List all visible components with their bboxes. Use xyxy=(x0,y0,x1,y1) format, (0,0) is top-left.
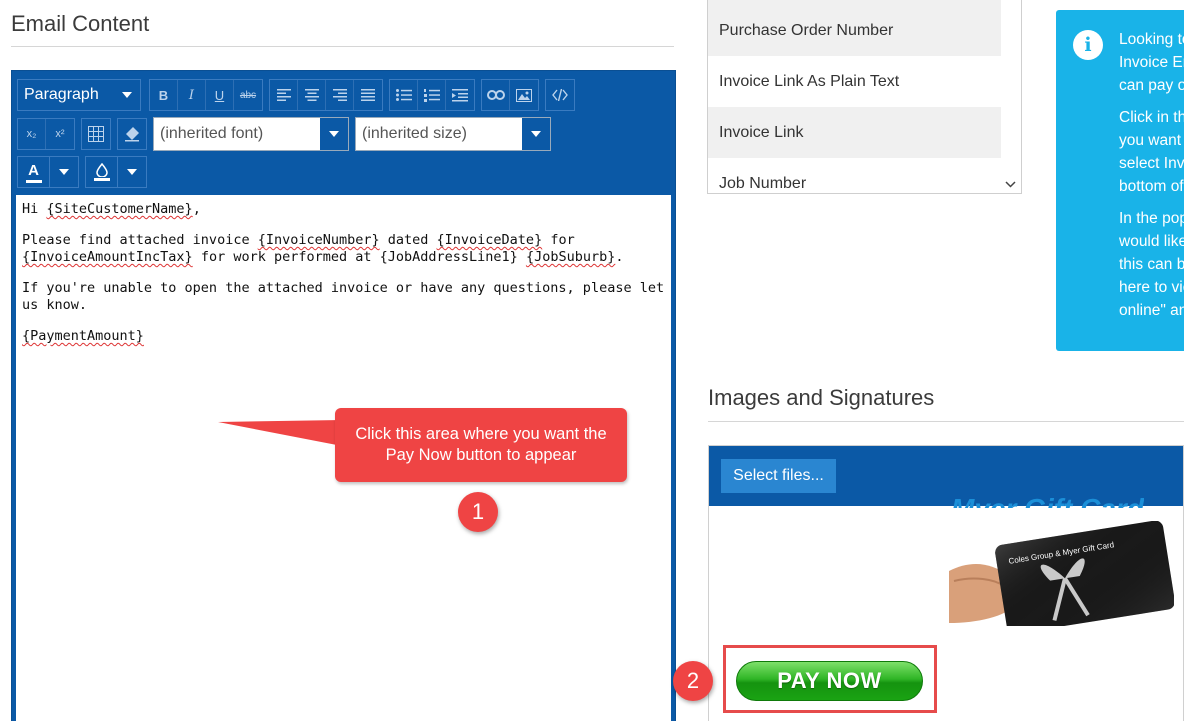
placeholder-list[interactable]: Purchase Order Number Invoice Link As Pl… xyxy=(707,0,1022,194)
align-group xyxy=(269,79,383,111)
format-select[interactable]: Paragraph xyxy=(17,79,141,111)
list-item[interactable]: Purchase Order Number xyxy=(708,0,1001,56)
rich-text-editor: Paragraph B I U abc x₂ x² (inherited fon… xyxy=(11,70,676,721)
placeholder-job-suburb: {JobSuburb} xyxy=(525,249,616,265)
align-center-button[interactable] xyxy=(298,80,326,110)
info-paragraph-1: Looking toInvoice Emcan pay o xyxy=(1119,31,1184,94)
greeting-line: Hi {SiteCustomerName}, xyxy=(22,201,201,217)
table-icon xyxy=(88,126,104,142)
scrollbar[interactable] xyxy=(1001,0,1021,193)
info-panel: i Looking toInvoice Emcan pay o Click in… xyxy=(1056,10,1184,351)
divider xyxy=(11,46,674,47)
font-family-select[interactable]: (inherited font) xyxy=(153,117,349,151)
align-right-button[interactable] xyxy=(326,80,354,110)
text-color-label: A xyxy=(28,161,39,179)
font-size-value: (inherited size) xyxy=(362,125,467,142)
align-left-button[interactable] xyxy=(270,80,298,110)
list-item[interactable]: Invoice Link xyxy=(708,107,1001,158)
format-select-value: Paragraph xyxy=(24,86,99,103)
image-icon xyxy=(516,88,532,102)
chevron-down-icon xyxy=(522,118,550,150)
bold-button[interactable]: B xyxy=(150,80,178,110)
toolbar-row-3: A xyxy=(17,156,153,188)
align-right-icon xyxy=(332,89,347,101)
align-center-icon xyxy=(304,89,319,101)
toolbar-row-1: Paragraph B I U abc xyxy=(17,79,581,111)
pay-now-button[interactable]: PAY NOW xyxy=(736,661,923,701)
insert-group xyxy=(481,79,539,111)
source-group xyxy=(545,79,575,111)
numbered-list-button[interactable] xyxy=(418,80,446,110)
justify-icon xyxy=(361,89,375,101)
insert-image-button[interactable] xyxy=(510,80,538,110)
insert-link-button[interactable] xyxy=(482,80,510,110)
italic-button[interactable]: I xyxy=(178,80,206,110)
images-signatures-title: Images and Signatures xyxy=(708,385,935,410)
chevron-down-icon xyxy=(1005,181,1016,188)
text-style-group: B I U abc xyxy=(149,79,263,111)
select-files-button[interactable]: Select files... xyxy=(721,459,836,493)
indent-icon xyxy=(452,88,468,101)
align-left-icon xyxy=(276,89,291,101)
callout-pointer xyxy=(218,420,342,446)
info-paragraph-3: In the pop would like this can b here to vi… xyxy=(1119,210,1184,319)
invoice-line: Please find attached invoice {InvoiceNum… xyxy=(22,232,624,265)
placeholder-site-customer-name: {SiteCustomerName} xyxy=(46,201,193,217)
script-group: x₂ x² xyxy=(17,118,75,150)
text-color-button[interactable]: A xyxy=(18,157,50,187)
clear-formatting-button[interactable] xyxy=(118,119,146,149)
eraser-icon xyxy=(125,127,139,142)
list-item[interactable]: Job Number xyxy=(708,158,1001,193)
underline-button[interactable]: U xyxy=(206,80,234,110)
list-group xyxy=(389,79,475,111)
clean-group xyxy=(117,118,147,150)
code-icon xyxy=(552,89,568,101)
font-family-value: (inherited font) xyxy=(160,125,264,142)
background-color-button[interactable] xyxy=(86,157,118,187)
info-icon: i xyxy=(1073,30,1103,60)
table-group xyxy=(81,118,111,150)
insert-table-button[interactable] xyxy=(82,119,110,149)
background-color-picker[interactable] xyxy=(85,156,147,188)
justify-button[interactable] xyxy=(354,80,382,110)
font-size-select[interactable]: (inherited size) xyxy=(355,117,551,151)
bullet-list-icon xyxy=(395,89,412,101)
info-paragraph-2: Click in th you want select Inv bottom of xyxy=(1119,109,1184,195)
numbered-list-icon xyxy=(423,88,440,102)
placeholder-invoice-amount: {InvoiceAmountIncTax} xyxy=(22,249,193,265)
superscript-button[interactable]: x² xyxy=(46,119,74,149)
chevron-down-icon[interactable] xyxy=(118,157,146,187)
step-badge-1: 1 xyxy=(458,492,498,532)
payment-line: {PaymentAmount} xyxy=(22,328,665,345)
gift-card-heading: Myer Gift Card xyxy=(951,482,1144,508)
gift-card-image[interactable]: Coles Group & Myer Gift Card xyxy=(949,521,1174,626)
divider xyxy=(708,421,1184,422)
placeholder-invoice-date: {InvoiceDate} xyxy=(436,232,543,248)
toolbar-row-2: x₂ x² (inherited font) (inherited size) xyxy=(17,117,557,151)
indent-button[interactable] xyxy=(446,80,474,110)
list-item[interactable]: Invoice Link As Plain Text xyxy=(708,56,1001,107)
droplet-icon xyxy=(95,163,108,177)
view-html-button[interactable] xyxy=(546,80,574,110)
link-icon xyxy=(486,90,505,100)
bullet-list-button[interactable] xyxy=(390,80,418,110)
placeholder-invoice-number: {InvoiceNumber} xyxy=(257,232,380,248)
chevron-down-icon xyxy=(122,92,132,98)
help-line: If you're unable to open the attached in… xyxy=(22,280,665,313)
pay-now-highlight: PAY NOW xyxy=(723,645,937,713)
instruction-callout: Click this area where you want the Pay N… xyxy=(335,408,627,482)
text-color-picker[interactable]: A xyxy=(17,156,79,188)
placeholder-payment-amount: {PaymentAmount} xyxy=(22,328,144,344)
chevron-down-icon xyxy=(320,118,348,150)
step-badge-2: 2 xyxy=(673,661,713,701)
strikethrough-button[interactable]: abc xyxy=(234,80,262,110)
chevron-down-icon[interactable] xyxy=(50,157,78,187)
subscript-button[interactable]: x₂ xyxy=(18,119,46,149)
email-content-title: Email Content xyxy=(11,11,150,36)
